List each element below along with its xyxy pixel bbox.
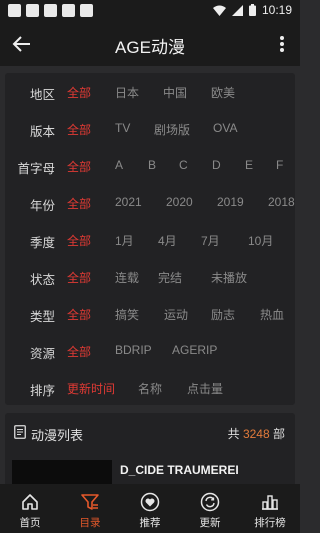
more-vertical-icon[interactable] [274, 32, 290, 56]
filter-option[interactable]: 励志 [211, 306, 235, 323]
wifi-icon [212, 5, 226, 16]
nav-label: 更新 [199, 517, 221, 529]
filter-option[interactable]: 欧美 [211, 84, 235, 101]
bottom-navigation: 首页 目录 推荐 更新 排行榜 [0, 484, 300, 533]
filter-option[interactable]: 全部 [67, 121, 91, 138]
catalog-filter-icon [81, 494, 99, 510]
nav-item[interactable]: 排行榜 [240, 484, 300, 533]
filter-option[interactable]: 1月 [115, 232, 134, 249]
filter-label: 首字母 [17, 162, 55, 176]
filter-option[interactable]: 2019 [217, 195, 244, 209]
nav-item[interactable]: 更新 [180, 484, 240, 533]
filter-row: 状态 全部 连载 完结 未播放 [5, 258, 295, 294]
list-document-icon [14, 425, 26, 439]
filter-option[interactable]: 全部 [67, 232, 91, 249]
download-notification-icon [80, 4, 93, 17]
home-icon [22, 494, 38, 510]
filter-row: 资源 全部 BDRIP AGERIP [5, 332, 295, 368]
filter-option[interactable]: 搞笑 [115, 306, 139, 323]
anime-count: 共 3248 部 [227, 427, 285, 441]
filter-option[interactable]: 全部 [67, 306, 91, 323]
filter-option[interactable]: 7月 [201, 232, 220, 249]
app-bar: AGE动漫 [0, 22, 300, 66]
filter-row: 首字母 全部 A B C D E F [5, 147, 295, 183]
filter-option[interactable]: 全部 [67, 195, 91, 212]
filter-option[interactable]: E [245, 158, 253, 172]
filter-row: 类型 全部 搞笑 运动 励志 热血 [5, 295, 295, 331]
clock: 10:19 [261, 3, 292, 17]
nav-label: 目录 [79, 517, 101, 529]
filter-label: 资源 [29, 347, 55, 361]
filter-row: 地区 全部 日本 中国 欧美 [5, 73, 295, 109]
filter-option[interactable]: 完结 [158, 269, 182, 286]
filter-option[interactable]: 中国 [163, 84, 187, 101]
anime-count-number: 3248 [242, 427, 270, 441]
anime-list-title: 动漫列表 [31, 428, 84, 443]
filter-row: 排序 更新时间 名称 点击量 [5, 369, 295, 405]
filter-label: 类型 [29, 310, 55, 324]
notification-icon [8, 4, 21, 17]
nav-label: 首页 [19, 517, 41, 529]
filter-label: 地区 [29, 88, 55, 102]
filter-label: 版本 [29, 125, 55, 139]
filter-option[interactable]: 剧场版 [154, 121, 190, 138]
filter-option[interactable]: 热血 [260, 306, 284, 323]
filter-row: 季度 全部 1月 4月 7月 10月 [5, 221, 295, 257]
nav-item[interactable]: 推荐 [120, 484, 180, 533]
nav-item[interactable]: 目录 [60, 484, 120, 533]
filter-label: 季度 [29, 236, 55, 250]
nav-label: 推荐 [139, 517, 161, 529]
filter-option[interactable]: BDRIP [115, 343, 152, 357]
notification-icon [26, 4, 39, 17]
filter-option[interactable]: D [212, 158, 221, 172]
filter-option[interactable]: 点击量 [187, 380, 223, 397]
page-title: AGE动漫 [115, 38, 185, 57]
signal-icon [231, 4, 243, 16]
image-notification-icon [62, 4, 75, 17]
notification-icon [44, 4, 57, 17]
filter-option[interactable]: AGERIP [172, 343, 217, 357]
filter-option[interactable]: 全部 [67, 158, 91, 175]
filter-row: 年份 全部 2021 2020 2019 2018 [5, 184, 295, 220]
filter-option[interactable]: B [148, 158, 156, 172]
filter-option[interactable]: A [115, 158, 123, 172]
filter-row: 版本 全部 TV 剧场版 OVA [5, 110, 295, 146]
heart-icon [140, 492, 160, 512]
filter-option[interactable]: 名称 [138, 380, 162, 397]
filter-option[interactable]: 2018 [268, 195, 295, 209]
filter-option[interactable]: 日本 [115, 84, 139, 101]
filter-label: 状态 [29, 273, 55, 287]
filter-option[interactable]: 2021 [115, 195, 142, 209]
filter-option[interactable]: 全部 [67, 84, 91, 101]
filter-label: 年份 [29, 199, 55, 213]
nav-item[interactable]: 首页 [0, 484, 60, 533]
filter-option[interactable]: OVA [213, 121, 237, 135]
filter-option[interactable]: 全部 [67, 269, 91, 286]
filter-option[interactable]: 未播放 [211, 269, 247, 286]
filter-option[interactable]: 10月 [248, 232, 273, 249]
filter-option[interactable]: 更新时间 [67, 380, 115, 397]
status-bar: 10:19 [0, 0, 300, 22]
anime-list-header: 动漫列表 共 3248 部 [5, 413, 295, 449]
filter-option[interactable]: F [276, 158, 283, 172]
filter-option[interactable]: TV [115, 121, 130, 135]
battery-icon [248, 4, 256, 16]
anime-item-title[interactable]: D_CIDE TRAUMEREI [120, 463, 239, 477]
filter-option[interactable]: 运动 [164, 306, 188, 323]
refresh-icon [200, 492, 220, 512]
filter-panel: 地区 全部 日本 中国 欧美 版本 全部 TV 剧场版 OVA 首字母 全部 A B C D E F 年份 全部 202… [5, 73, 295, 405]
ranking-icon [262, 495, 278, 510]
filter-option[interactable]: 连载 [115, 269, 139, 286]
nav-label: 排行榜 [254, 517, 286, 529]
filter-label: 排序 [29, 384, 55, 398]
notification-icons [8, 4, 93, 17]
filter-option[interactable]: 2020 [166, 195, 193, 209]
filter-option[interactable]: 全部 [67, 343, 91, 360]
filter-option[interactable]: 4月 [158, 232, 177, 249]
filter-option[interactable]: C [179, 158, 188, 172]
